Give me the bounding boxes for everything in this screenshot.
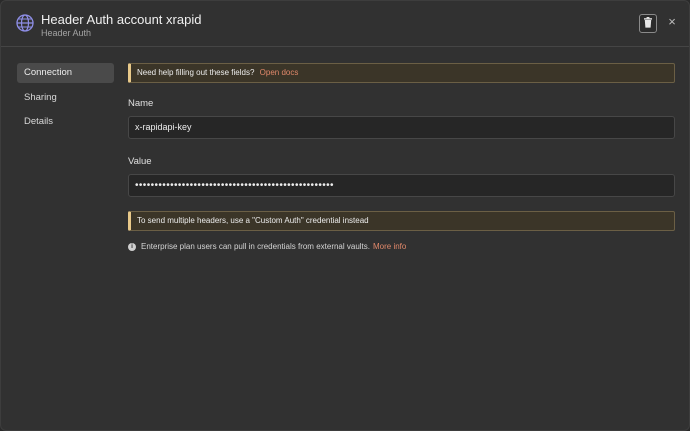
warning-callout: To send multiple headers, use a "Custom …	[128, 211, 675, 231]
name-input[interactable]: x-rapidapi-key	[128, 116, 675, 139]
sidebar: Connection Sharing Details	[17, 63, 114, 137]
delete-button[interactable]	[639, 14, 657, 33]
sidebar-item-details[interactable]: Details	[17, 112, 114, 132]
modal-title: Header Auth account xrapid	[41, 12, 202, 27]
name-label: Name	[128, 98, 154, 109]
modal-subtitle: Header Auth	[41, 28, 92, 38]
trash-icon	[643, 15, 653, 33]
close-button[interactable]: ×	[665, 15, 679, 29]
sidebar-item-sharing[interactable]: Sharing	[17, 88, 114, 108]
more-info-link[interactable]: More info	[373, 242, 406, 251]
info-icon: i	[128, 242, 136, 251]
globe-icon	[15, 13, 35, 33]
value-label: Value	[128, 156, 152, 167]
help-callout: Need help filling out these fields? Open…	[128, 63, 675, 83]
enterprise-note-text: Enterprise plan users can pull in creden…	[141, 242, 370, 251]
credential-modal: Header Auth account xrapid Header Auth ×…	[0, 0, 690, 431]
close-icon: ×	[668, 14, 676, 29]
warning-callout-text: To send multiple headers, use a "Custom …	[137, 216, 369, 225]
modal-header: Header Auth account xrapid Header Auth ×	[1, 1, 689, 47]
enterprise-note: i Enterprise plan users can pull in cred…	[128, 242, 675, 251]
open-docs-link[interactable]: Open docs	[260, 68, 299, 77]
sidebar-item-connection[interactable]: Connection	[17, 63, 114, 83]
help-callout-text: Need help filling out these fields?	[137, 68, 255, 77]
connection-panel: Need help filling out these fields? Open…	[128, 63, 675, 251]
value-input[interactable]: ••••••••••••••••••••••••••••••••••••••••…	[128, 174, 675, 197]
